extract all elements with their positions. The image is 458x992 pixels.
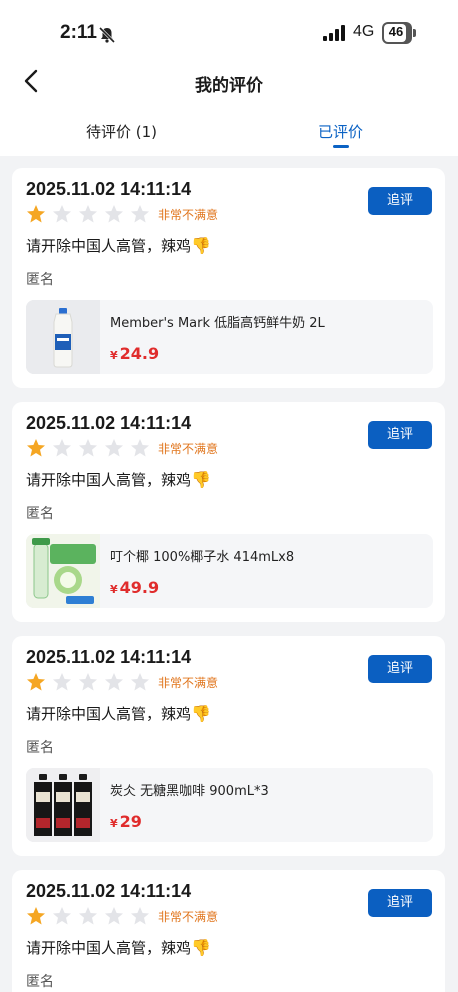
battery-level: 46 [388,24,404,39]
price-value: 49.9 [119,578,160,597]
review-card: 2025.11.02 14:11:14 非常不满意 追评请开除中国人高管，辣鸡👎 匿名 [12,870,445,992]
review-text: 请开除中国人高管，辣鸡 [26,705,192,723]
price-value: 29 [119,812,142,831]
product-image [26,534,100,608]
star-empty-icon [52,204,72,224]
star-empty-icon [104,204,124,224]
star-empty-icon [78,906,98,926]
currency-symbol: ¥ [110,817,118,830]
product-item[interactable]: 炭仌 无糖黑咖啡 900mL*3 ¥29 [26,768,433,842]
status-time: 2:11 [60,22,97,43]
author-label: 匿名 [26,740,54,756]
product-price: ¥24.9 [110,344,159,363]
battery-icon: 46 [382,22,416,44]
review-text: 请开除中国人高管，辣鸡 [26,939,192,957]
product-image [26,300,100,374]
product-name: Member's Mark 低脂高钙鲜牛奶 2L [110,316,325,331]
review-text-row: 请开除中国人高管，辣鸡👎 [26,703,211,724]
star-empty-icon [130,438,150,458]
rating-label: 非常不满意 [158,208,219,222]
tab-reviewed[interactable]: 已评价 [318,121,363,142]
top-bar: 2:11 4G 46 我的评价 待评价 (1) 已评价 [0,0,458,156]
rating-label: 非常不满意 [158,676,219,690]
bell-slash-icon [98,26,116,44]
review-card: 2025.11.02 14:11:14 非常不满意 追评请开除中国人高管，辣鸡👎 匿名… [12,402,445,622]
page-title: 我的评价 [195,76,263,96]
review-date: 2025.11.02 14:11:14 [26,413,192,433]
product-name: 炭仌 无糖黑咖啡 900mL*3 [110,784,269,799]
star-filled-icon [26,906,46,926]
followup-button[interactable]: 追评 [368,187,432,215]
followup-button[interactable]: 追评 [368,655,432,683]
review-card: 2025.11.02 14:11:14 非常不满意 追评请开除中国人高管，辣鸡👎 匿名… [12,636,445,856]
tab-pending-review[interactable]: 待评价 (1) [86,121,157,142]
review-text-row: 请开除中国人高管，辣鸡👎 [26,937,211,958]
thumbs-down-icon: 👎 [191,470,211,489]
star-empty-icon [78,672,98,692]
review-card: 2025.11.02 14:11:14 非常不满意 追评请开除中国人高管，辣鸡👎 匿名… [12,168,445,388]
star-empty-icon [130,672,150,692]
star-empty-icon [104,438,124,458]
review-text: 请开除中国人高管，辣鸡 [26,237,192,255]
star-empty-icon [52,906,72,926]
star-empty-icon [52,438,72,458]
review-text-row: 请开除中国人高管，辣鸡👎 [26,235,211,256]
thumbs-down-icon: 👎 [191,236,211,255]
review-text: 请开除中国人高管，辣鸡 [26,471,192,489]
followup-button[interactable]: 追评 [368,889,432,917]
review-text-row: 请开除中国人高管，辣鸡👎 [26,469,211,490]
product-price: ¥29 [110,812,142,831]
star-empty-icon [130,204,150,224]
product-name: 叮个椰 100%椰子水 414mLx8 [110,550,295,565]
thumbs-down-icon: 👎 [191,704,211,723]
currency-symbol: ¥ [110,583,118,596]
star-filled-icon [26,204,46,224]
star-empty-icon [78,438,98,458]
active-tab-indicator [333,145,349,148]
thumbs-down-icon: 👎 [191,938,211,957]
star-empty-icon [104,906,124,926]
network-label: 4G [353,23,375,40]
author-label: 匿名 [26,272,54,288]
review-date: 2025.11.02 14:11:14 [26,179,192,199]
product-item[interactable]: Member's Mark 低脂高钙鲜牛奶 2L ¥24.9 [26,300,433,374]
signal-icon [323,25,345,41]
followup-button[interactable]: 追评 [368,421,432,449]
currency-symbol: ¥ [110,349,118,362]
rating-label: 非常不满意 [158,910,219,924]
author-label: 匿名 [26,506,54,522]
author-label: 匿名 [26,974,54,990]
review-date: 2025.11.02 14:11:14 [26,647,192,667]
review-date: 2025.11.02 14:11:14 [26,881,192,901]
star-empty-icon [78,204,98,224]
star-empty-icon [130,906,150,926]
price-value: 24.9 [119,344,160,363]
star-empty-icon [52,672,72,692]
product-image [26,768,100,842]
product-item[interactable]: 叮个椰 100%椰子水 414mLx8 ¥49.9 [26,534,433,608]
rating-label: 非常不满意 [158,442,219,456]
star-empty-icon [104,672,124,692]
star-filled-icon [26,438,46,458]
product-price: ¥49.9 [110,578,159,597]
star-filled-icon [26,672,46,692]
